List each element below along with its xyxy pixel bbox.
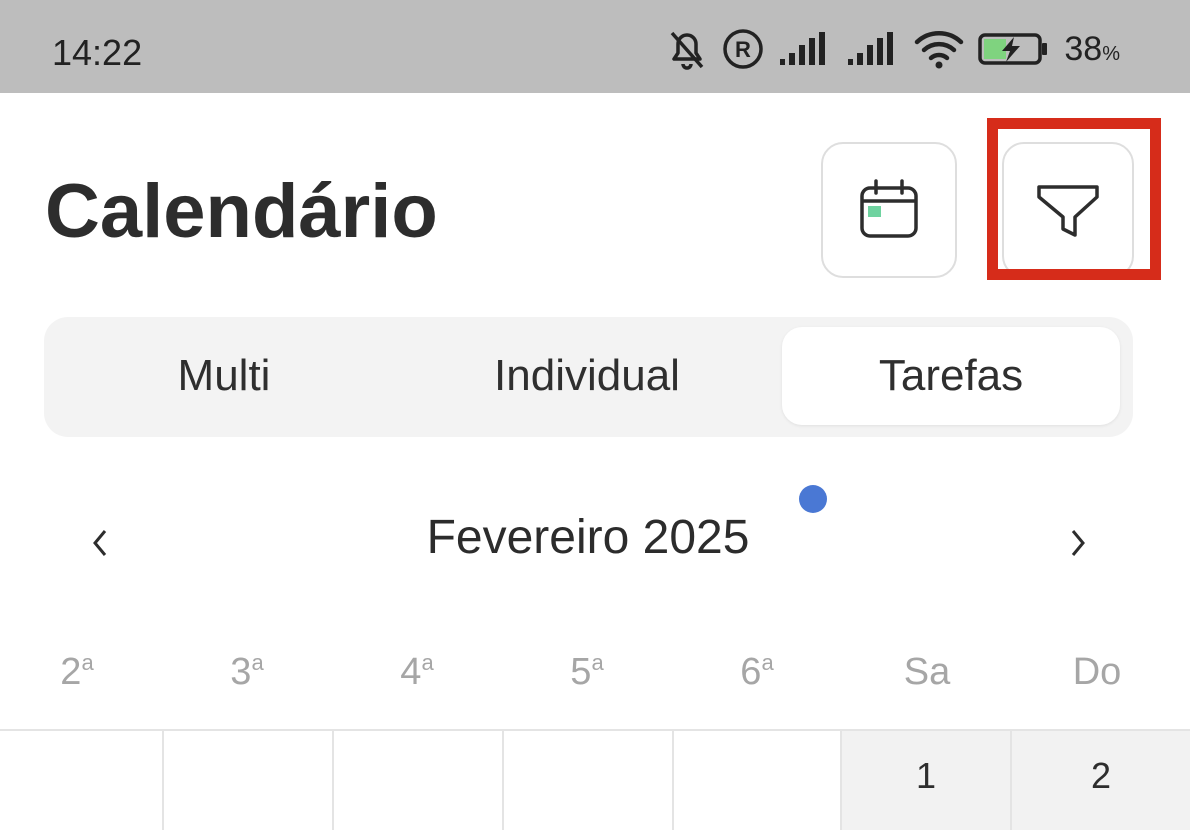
page-title: Calendário — [45, 169, 438, 254]
month-title: Fevereiro 2025 — [426, 511, 750, 564]
next-month-button[interactable] — [1058, 518, 1098, 568]
tab-multi[interactable]: Multi — [44, 327, 404, 425]
day-number: 2 — [1090, 755, 1112, 796]
day-cell[interactable]: 2 — [1012, 731, 1190, 830]
prev-month-button[interactable] — [80, 518, 120, 568]
weekday-header: 3a — [230, 650, 264, 693]
bell-off-icon — [671, 31, 704, 70]
wifi-icon — [915, 31, 964, 69]
signal-icon — [780, 32, 826, 65]
battery-charging-icon — [978, 33, 1048, 65]
signal-icon — [848, 32, 894, 65]
day-cell[interactable] — [674, 731, 842, 830]
tab-tarefas[interactable]: Tarefas — [782, 327, 1120, 425]
weekday-header: 6a — [740, 650, 774, 693]
weekday-header: Sa — [903, 651, 951, 693]
status-bar: 14:22 R 38% — [0, 0, 1190, 93]
day-cell[interactable] — [164, 731, 334, 830]
svg-text:R: R — [735, 37, 751, 62]
weekday-header: Do — [1072, 651, 1122, 693]
weekday-header: 4a — [400, 650, 434, 693]
day-cell[interactable]: 1 — [842, 731, 1012, 830]
day-cell[interactable] — [0, 731, 164, 830]
status-time: 14:22 — [52, 32, 143, 73]
view-tabs: Multi Individual Tarefas — [44, 317, 1133, 437]
day-number: 1 — [915, 755, 937, 796]
battery-percent: 38% — [1064, 29, 1120, 68]
weekday-header: 2a — [60, 650, 94, 693]
calendar-icon — [860, 179, 918, 238]
chevron-right-icon — [1071, 530, 1085, 556]
tab-individual[interactable]: Individual — [406, 327, 768, 425]
registered-icon: R — [723, 29, 764, 69]
weekday-header: 5a — [570, 650, 604, 693]
chevron-left-icon — [93, 530, 107, 556]
filter-highlight-box — [987, 118, 1161, 280]
day-cell[interactable] — [504, 731, 674, 830]
day-cell[interactable] — [334, 731, 504, 830]
calendar-button[interactable] — [821, 142, 957, 278]
status-icons: R 38% — [666, 24, 1120, 74]
indicator-dot — [799, 485, 827, 513]
